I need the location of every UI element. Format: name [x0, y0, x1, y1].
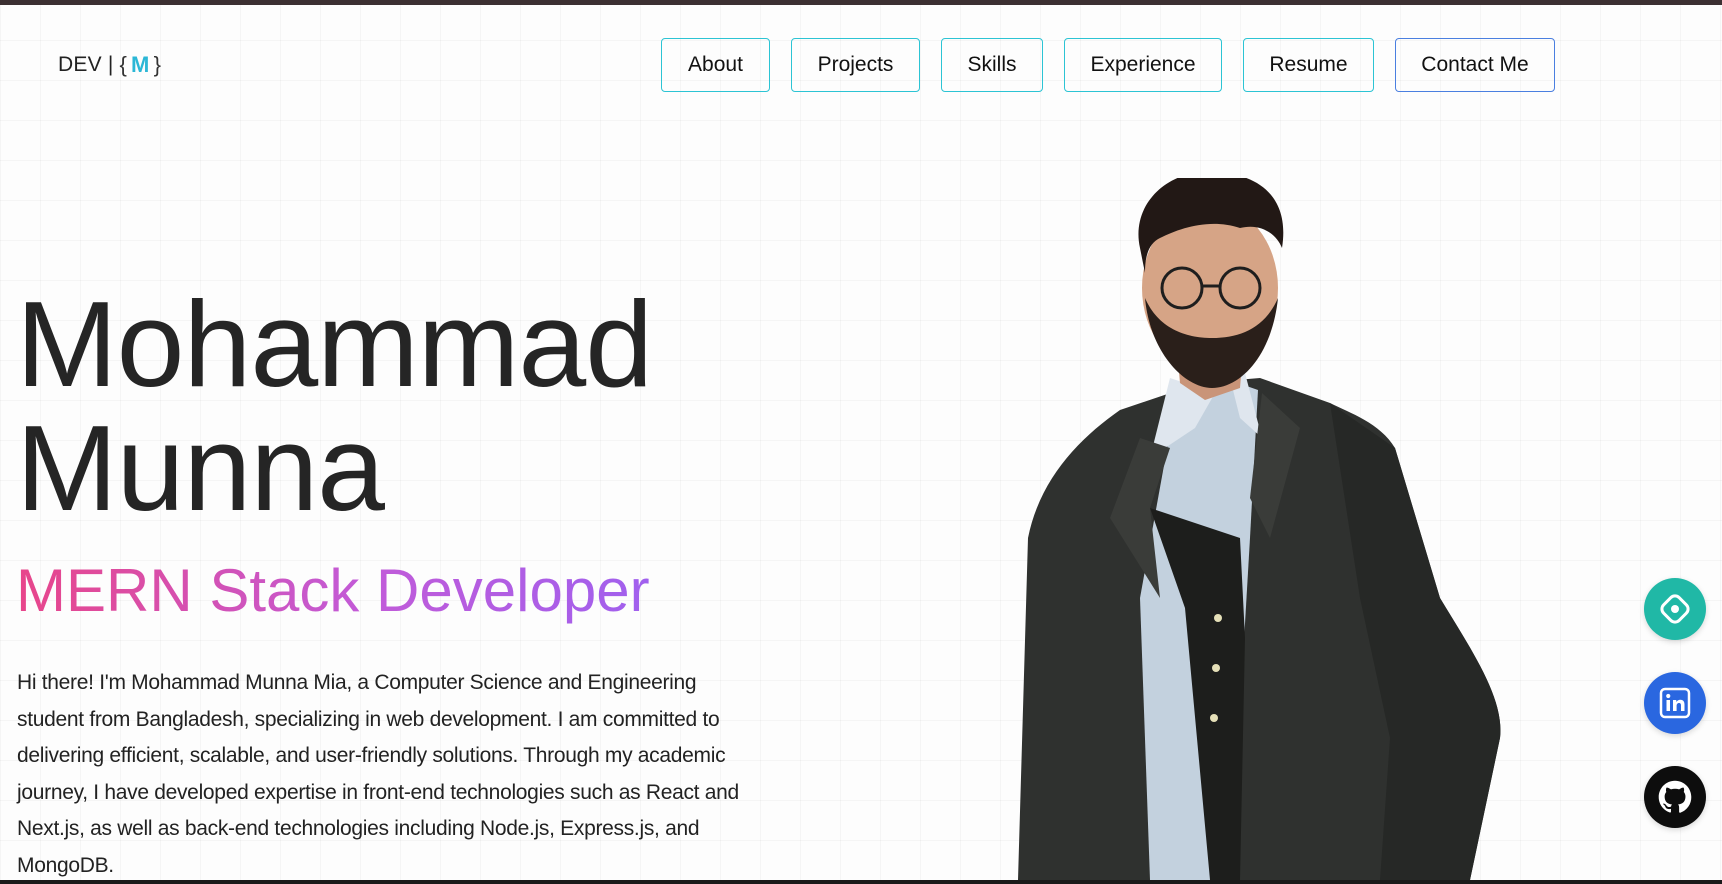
site-logo[interactable]: DEV | { M }: [58, 52, 161, 78]
logo-prefix: DEV |: [58, 53, 114, 76]
logo-close-brace: }: [153, 52, 162, 77]
github-icon: [1658, 780, 1692, 813]
logo-mark: M: [131, 52, 150, 77]
top-border-strip: [0, 0, 1722, 5]
hero-name: Mohammad Munna: [16, 282, 653, 530]
nav-about-button[interactable]: About: [661, 38, 770, 92]
main-navigation: About Projects Skills Experience Resume …: [661, 38, 1555, 92]
linkedin-icon: [1659, 687, 1691, 719]
bottom-border-strip: [0, 880, 1722, 884]
nav-resume-button[interactable]: Resume: [1243, 38, 1374, 92]
hero-first-name: Mohammad: [16, 276, 653, 412]
hashnode-link[interactable]: [1644, 578, 1706, 640]
logo-open-brace: {: [119, 52, 128, 77]
nav-skills-button[interactable]: Skills: [941, 38, 1043, 92]
hashnode-icon: [1660, 594, 1690, 624]
github-link[interactable]: [1644, 766, 1706, 828]
nav-contact-button[interactable]: Contact Me: [1395, 38, 1555, 92]
nav-experience-button[interactable]: Experience: [1064, 38, 1222, 92]
portrait-photo: [1018, 178, 1501, 880]
linkedin-link[interactable]: [1644, 672, 1706, 734]
hero-role-title: MERN Stack Developer: [16, 557, 650, 624]
hero-bio: Hi there! I'm Mohammad Munna Mia, a Comp…: [17, 671, 739, 877]
nav-projects-button[interactable]: Projects: [791, 38, 920, 92]
hero-last-name: Munna: [16, 400, 385, 536]
